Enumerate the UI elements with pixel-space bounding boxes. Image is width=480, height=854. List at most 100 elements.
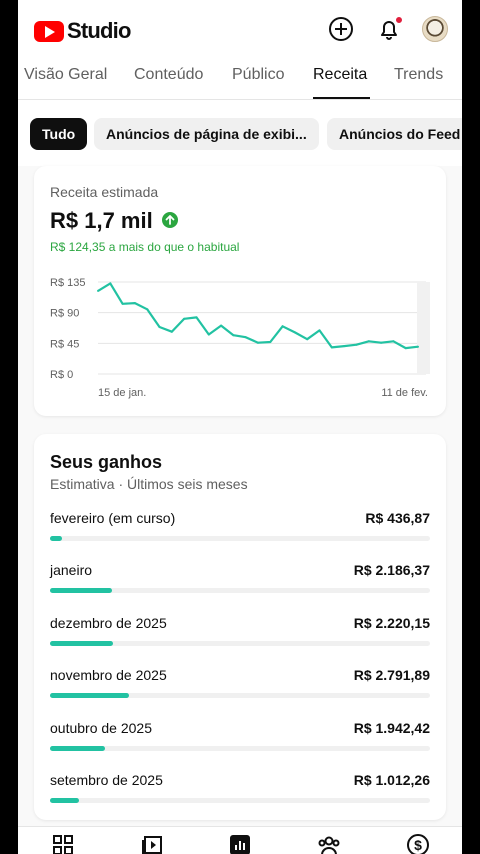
chart-current-period-band [417, 282, 430, 374]
chip-anuncios-feed[interactable]: Anúncios do Feed [327, 118, 462, 150]
content-icon[interactable] [140, 833, 164, 854]
revenue-card[interactable]: Receita estimada R$ 1,7 mil R$ 124,35 a … [34, 166, 446, 416]
earnings-bar-fill [50, 693, 129, 699]
earnings-amount: R$ 1.942,42 [353, 719, 430, 736]
earnings-row[interactable]: dezembro de 2025 R$ 2.220,15 [50, 615, 430, 661]
earnings-bar-fill [50, 536, 63, 541]
earnings-month: dezembro de 2025 [50, 614, 167, 631]
app-name: Studio [67, 18, 131, 43]
active-tab-indicator [313, 97, 370, 99]
earnings-month: novembro de 2025 [50, 667, 167, 684]
earnings-subtitle: Estimativa · Últimos seis meses [50, 476, 248, 492]
earnings-title: Seus ganhos [50, 452, 163, 472]
revenue-data-point [355, 343, 358, 346]
earnings-month: setembro de 2025 [50, 772, 163, 788]
revenue-data-point [281, 325, 284, 328]
tab-publico[interactable]: Público [232, 66, 284, 84]
revenue-data-point [170, 330, 173, 333]
earnings-amount: R$ 2.791,89 [353, 667, 430, 684]
svg-text:$: $ [414, 837, 422, 853]
revenue-data-point [380, 341, 383, 344]
earnings-row[interactable]: outubro de 2025 R$ 1.942,42 [50, 720, 430, 766]
earnings-bar-fill [50, 745, 105, 751]
analytics-icon[interactable] [228, 833, 252, 854]
revenue-data-point [207, 333, 210, 336]
dashboard-icon[interactable] [51, 833, 75, 854]
chart-y-tick-label: R$ 90 [50, 308, 79, 320]
revenue-data-point [195, 316, 198, 319]
revenue-series-line [97, 282, 419, 350]
earnings-row[interactable]: janeiro R$ 2.186,37 [50, 562, 430, 608]
earnings-month: outubro de 2025 [50, 719, 152, 736]
earnings-row[interactable]: setembro de 2025 R$ 1.012,26 [50, 772, 430, 818]
revenue-label: Receita estimada [50, 184, 159, 200]
tab-conteudo[interactable]: Conteúdo [134, 66, 203, 84]
chart-x-tick-label: 11 de fev. [381, 387, 428, 399]
earnings-bar-fill [50, 640, 113, 646]
earnings-amount: R$ 2.220,15 [353, 614, 430, 631]
tab-receita[interactable]: Receita [313, 66, 367, 84]
revenue-delta: R$ 124,35 a mais do que o habitual [50, 240, 240, 254]
earnings-amount: R$ 2.186,37 [353, 562, 430, 579]
tab-trends[interactable]: Trends [394, 66, 443, 84]
studio-logo[interactable]: Studio [34, 18, 131, 44]
notification-dot [395, 16, 403, 24]
tab-visao-geral[interactable]: Visão Geral [24, 66, 107, 84]
revenue-data-point [232, 334, 235, 337]
revenue-value: R$ 1,7 mil [50, 208, 153, 233]
earnings-bar-track [50, 536, 430, 541]
earnings-bar-track [50, 798, 430, 803]
revenue-data-point [146, 308, 149, 311]
revenue-data-point [133, 302, 136, 305]
earnings-bar-track [50, 693, 430, 699]
community-icon[interactable] [317, 833, 341, 854]
revenue-data-point [404, 347, 407, 350]
avatar[interactable] [422, 16, 448, 42]
revenue-data-point [318, 329, 321, 332]
earnings-row[interactable]: fevereiro (em curso) R$ 436,87 [50, 510, 430, 556]
revenue-data-point [244, 336, 247, 339]
revenue-data-point [121, 302, 124, 305]
revenue-data-point [183, 317, 186, 320]
earn-icon[interactable]: $ [406, 833, 430, 854]
earnings-bar-track [50, 745, 430, 751]
earnings-bar-track [50, 588, 430, 594]
revenue-data-point [257, 341, 259, 344]
chart-x-tick-label: 15 de jan. [98, 387, 146, 399]
create-icon[interactable] [328, 16, 354, 42]
top-app-bar: Studio [18, 0, 462, 58]
filter-chips: Tudo Anúncios de página de exibi... Anún… [18, 100, 462, 166]
section-tabs: Visão Geral Conteúdo Público Receita Tre… [18, 58, 462, 100]
trend-up-icon [162, 212, 178, 228]
earnings-bar-fill [50, 798, 79, 803]
earnings-bar-fill [50, 588, 112, 594]
youtube-play-icon [34, 20, 64, 42]
revenue-data-point [343, 345, 346, 348]
revenue-data-point [158, 326, 161, 328]
revenue-data-point [220, 324, 223, 327]
revenue-data-point [109, 282, 112, 285]
revenue-data-point [330, 346, 333, 349]
earnings-row[interactable]: novembro de 2025 R$ 2.791,89 [50, 667, 430, 713]
chart-y-tick-label: R$ 135 [50, 277, 85, 289]
earnings-month: janeiro [50, 562, 93, 579]
bottom-navigation: $ [18, 826, 462, 854]
earnings-amount: R$ 1.012,26 [353, 772, 430, 788]
earnings-amount: R$ 436,87 [365, 510, 430, 526]
revenue-data-point [392, 340, 395, 343]
chart-y-tick-label: R$ 0 [50, 369, 73, 381]
revenue-data-point [417, 345, 419, 348]
revenue-data-point [269, 341, 272, 343]
revenue-data-point [97, 289, 99, 292]
revenue-data-point [306, 338, 309, 341]
notifications-icon[interactable] [376, 16, 403, 42]
chip-tudo[interactable]: Tudo [30, 118, 88, 150]
revenue-data-point [293, 331, 296, 334]
chip-anuncios-pagina[interactable]: Anúncios de página de exibi... [94, 118, 319, 150]
earnings-month: fevereiro (em curso) [50, 510, 176, 526]
earnings-bar-track [50, 640, 430, 646]
revenue-data-point [367, 340, 370, 343]
revenue-chart[interactable]: R$ 135 R$ 90 R$ 45 R$ 0 15 de jan. 11 de fev. [34, 266, 446, 406]
earnings-card: Seus ganhos Estimativa · Últimos seis me… [34, 434, 446, 820]
studio-page: Studio Visão Geral Conteúdo Público Rece… [18, 0, 462, 854]
